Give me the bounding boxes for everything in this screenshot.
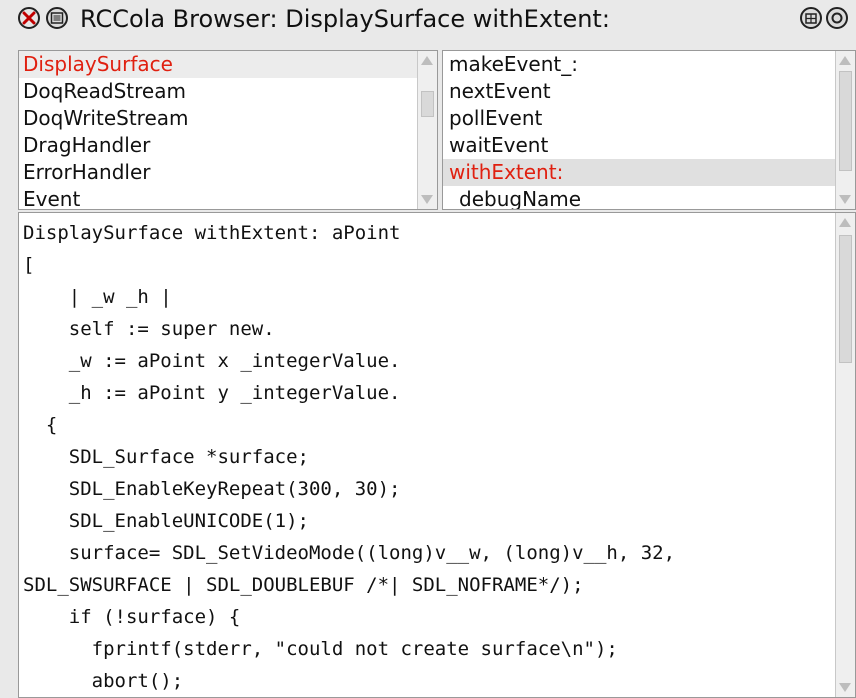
scroll-down-arrow-icon[interactable]	[839, 195, 851, 204]
code-scrollbar[interactable]	[835, 213, 855, 697]
window-title: RCCola Browser: DisplaySurface withExten…	[80, 5, 610, 33]
code-line: SDL_EnableKeyRepeat(300, 30);	[23, 478, 401, 500]
class-item-draghandler[interactable]: DragHandler	[19, 132, 417, 159]
scroll-down-arrow-icon[interactable]	[421, 195, 433, 204]
window-menu-button[interactable]	[46, 7, 68, 29]
scroll-up-arrow-icon[interactable]	[839, 218, 851, 227]
code-line: self := super new.	[23, 318, 275, 340]
scroll-thumb[interactable]	[421, 91, 434, 117]
code-line: fprintf(stderr, "could not create surfac…	[23, 638, 618, 660]
code-line: _h := aPoint y _integerValue.	[23, 382, 401, 404]
class-list-pane[interactable]: DisplaySurface DoqReadStream DoqWriteStr…	[18, 50, 438, 210]
method-item-debugname[interactable]: _debugName	[443, 186, 835, 209]
close-icon	[22, 11, 36, 25]
method-list: makeEvent_: nextEvent pollEvent waitEven…	[443, 51, 835, 209]
code-line: surface= SDL_SetVideoMode((long)v__w, (l…	[23, 542, 676, 564]
code-editor-pane[interactable]: DisplaySurface withExtent: aPoint [ | _w …	[18, 212, 856, 698]
class-item-displaysurface[interactable]: DisplaySurface	[19, 51, 417, 78]
code-line: | _w _h |	[23, 286, 172, 308]
code-line: {	[23, 414, 58, 436]
method-item-waitevent[interactable]: waitEvent	[443, 132, 835, 159]
window-menu-icon	[50, 12, 64, 24]
browser-window: RCCola Browser: DisplaySurface withExten…	[0, 0, 856, 698]
close-button[interactable]	[18, 7, 40, 29]
method-item-withextent[interactable]: withExtent:	[443, 159, 835, 186]
class-list: DisplaySurface DoqReadStream DoqWriteStr…	[19, 51, 417, 209]
method-item-pollevent[interactable]: pollEvent	[443, 105, 835, 132]
collapse-icon	[805, 13, 817, 24]
code-line: [	[23, 254, 35, 276]
code-line: SDL_Surface *surface;	[23, 446, 309, 468]
expand-button[interactable]	[826, 7, 848, 29]
class-item-event[interactable]: Event	[19, 186, 417, 209]
method-list-pane[interactable]: makeEvent_: nextEvent pollEvent waitEven…	[442, 50, 856, 210]
class-item-doqwritestream[interactable]: DoqWriteStream	[19, 105, 417, 132]
class-list-scrollbar[interactable]	[417, 51, 437, 209]
method-item-nextevent[interactable]: nextEvent	[443, 78, 835, 105]
scroll-thumb[interactable]	[839, 235, 852, 363]
collapse-button[interactable]	[800, 7, 822, 29]
title-bar[interactable]: RCCola Browser: DisplaySurface withExten…	[0, 0, 856, 38]
scroll-thumb[interactable]	[839, 71, 852, 171]
class-item-errorhandler[interactable]: ErrorHandler	[19, 159, 417, 186]
method-list-scrollbar[interactable]	[835, 51, 855, 209]
scroll-up-arrow-icon[interactable]	[839, 56, 851, 65]
code-line: abort();	[23, 670, 184, 692]
scroll-down-arrow-icon[interactable]	[839, 683, 851, 692]
expand-icon	[831, 12, 843, 24]
code-line: _w := aPoint x _integerValue.	[23, 350, 401, 372]
scroll-up-arrow-icon[interactable]	[421, 56, 433, 65]
method-item-makeevent[interactable]: makeEvent_:	[443, 51, 835, 78]
code-line: DisplaySurface withExtent: aPoint	[23, 222, 401, 244]
class-item-doqreadstream[interactable]: DoqReadStream	[19, 78, 417, 105]
code-line: if (!surface) {	[23, 606, 241, 628]
code-line: SDL_EnableUNICODE(1);	[23, 510, 309, 532]
code-line: SDL_SWSURFACE | SDL_DOUBLEBUF /*| SDL_NO…	[23, 574, 584, 596]
method-source-code[interactable]: DisplaySurface withExtent: aPoint [ | _w …	[19, 217, 833, 697]
